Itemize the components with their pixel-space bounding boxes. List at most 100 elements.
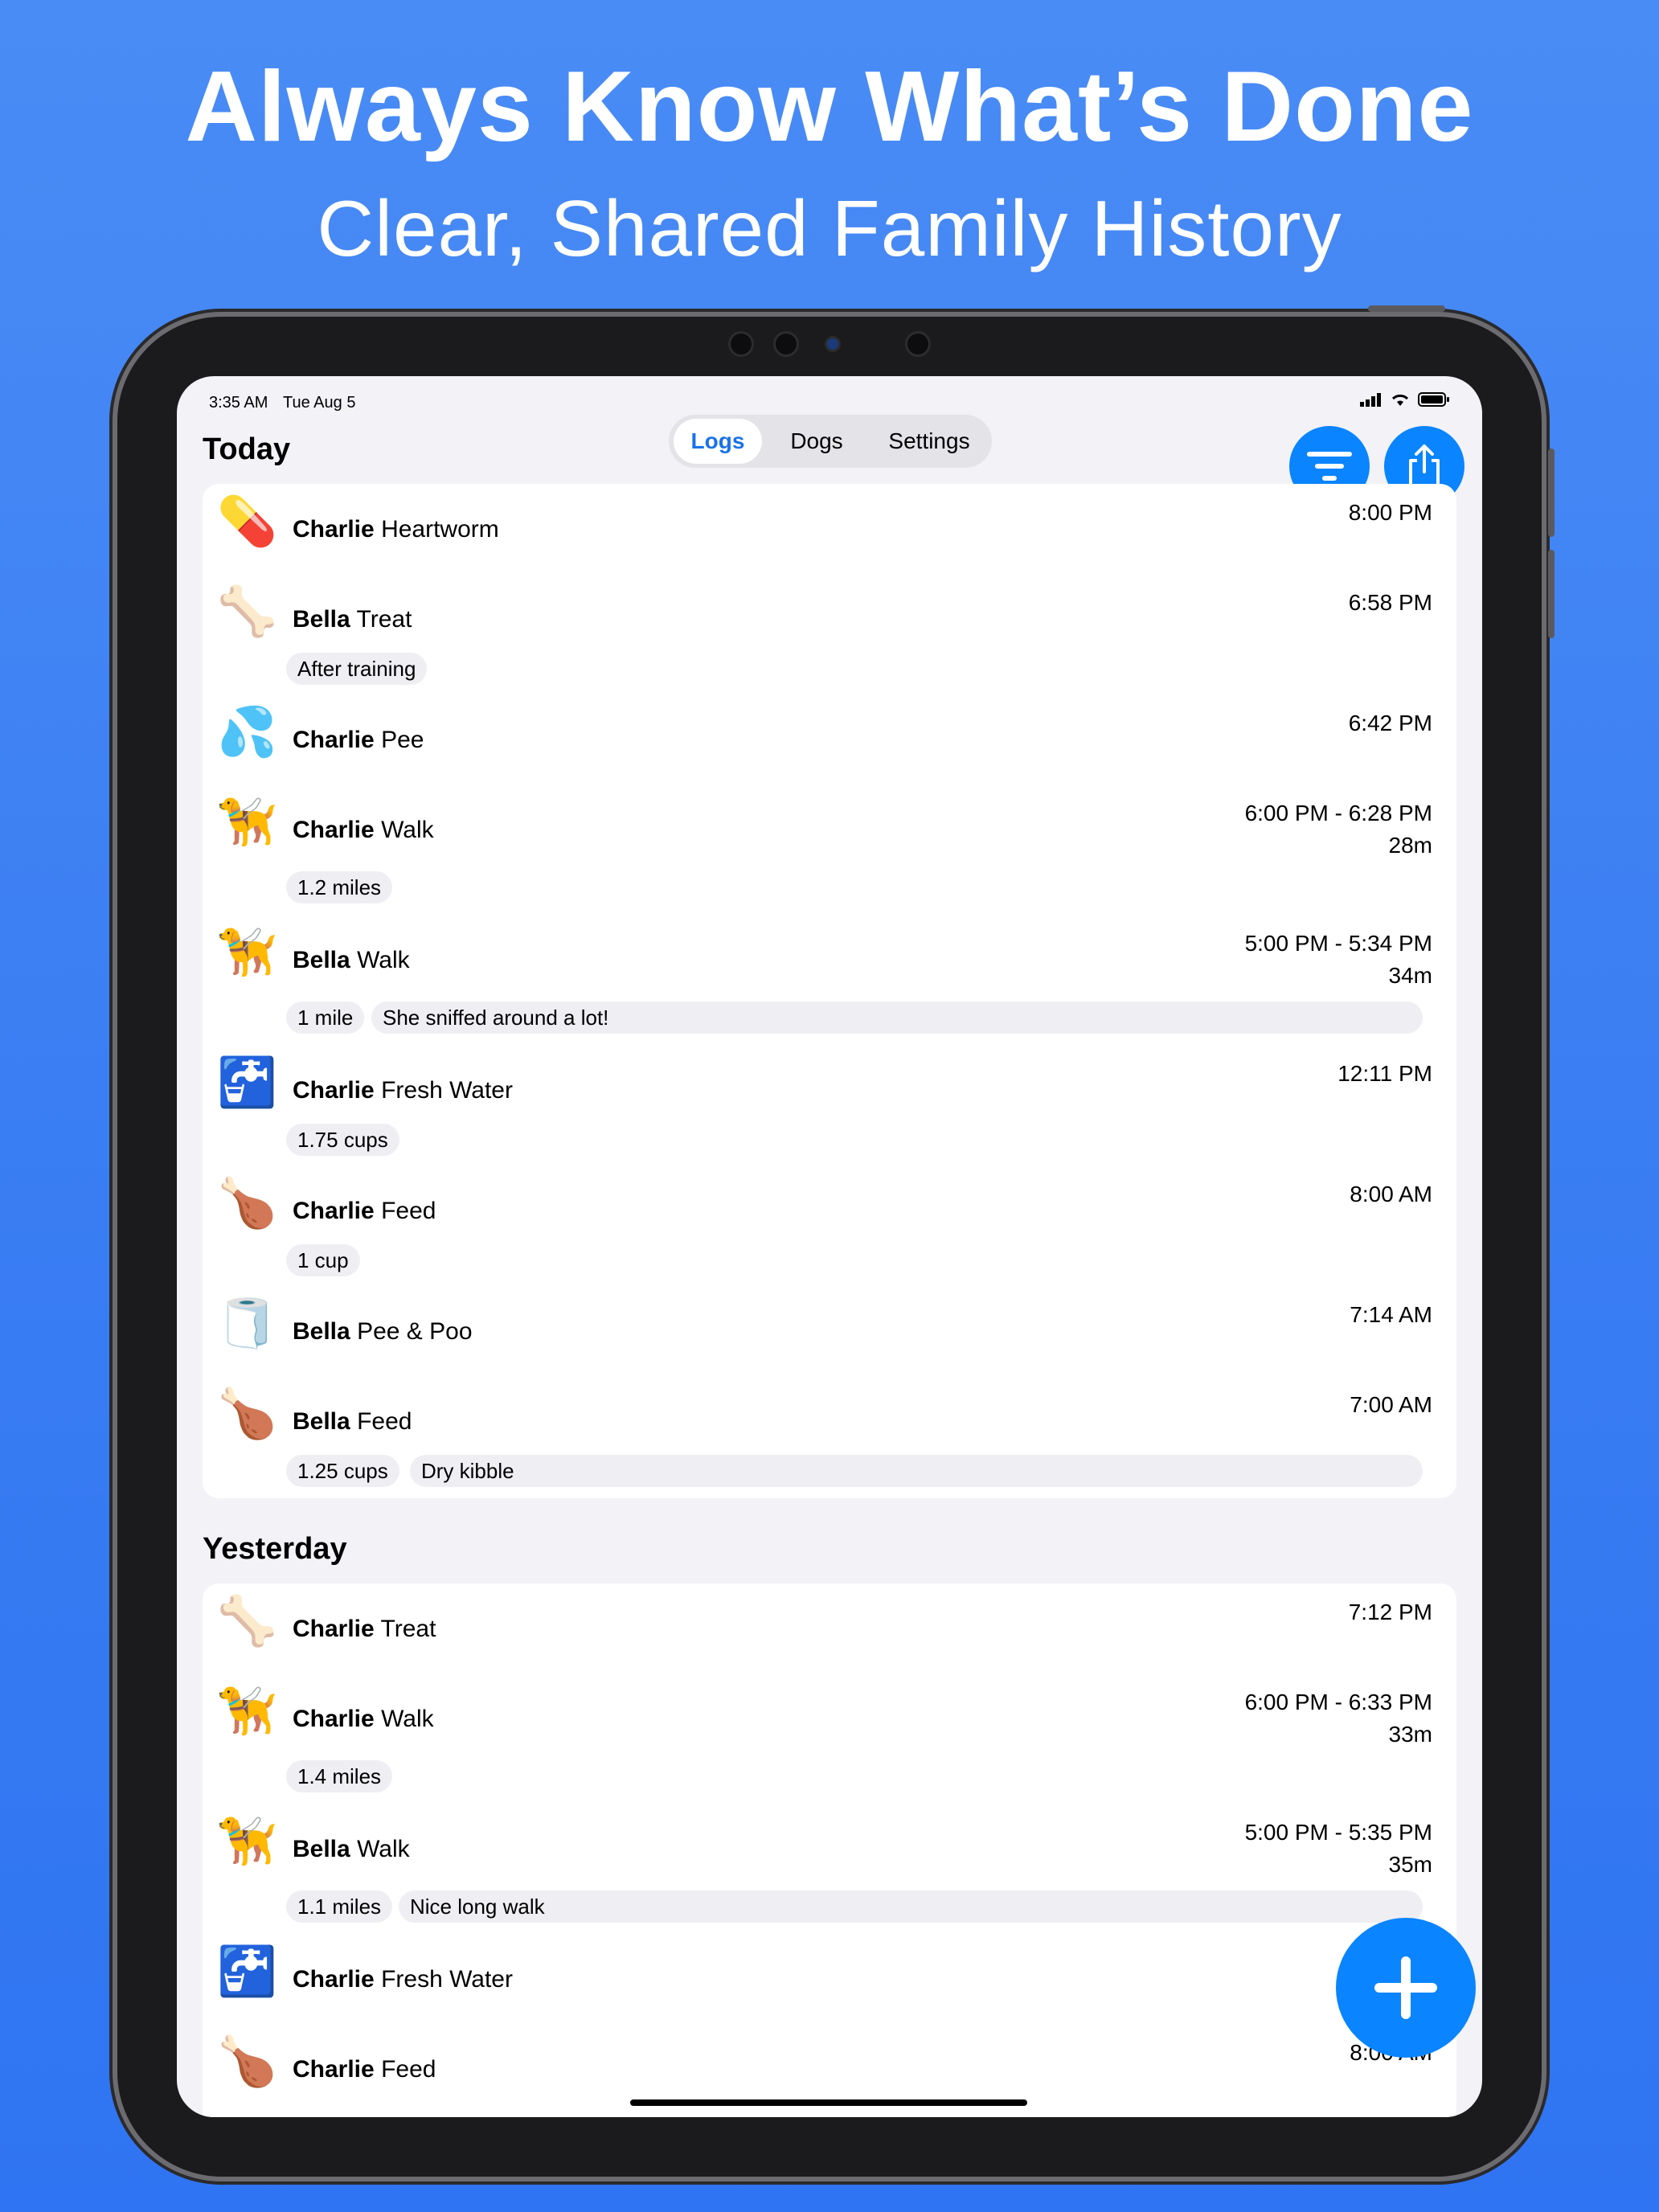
entry-action: Pee & Poo bbox=[357, 1318, 473, 1345]
entry-dog: Bella bbox=[293, 947, 350, 973]
entry-chip: 1.1 miles bbox=[286, 1890, 393, 1923]
entry-dog: Charlie bbox=[293, 727, 375, 753]
guide-dog-icon: 🦮 bbox=[217, 795, 277, 849]
entry-chips: After training bbox=[286, 653, 1432, 685]
entry-time: 7:12 PM bbox=[1348, 1600, 1432, 1624]
entry-action: Feed bbox=[357, 1408, 412, 1435]
log-entry[interactable]: 🦮 Charlie Walk 6:00 PM - 6:28 PM 28m 1.2… bbox=[203, 784, 1456, 915]
wifi-icon bbox=[1391, 394, 1409, 406]
entry-title: Charlie Feed bbox=[293, 1198, 436, 1225]
log-entry[interactable]: 🚰 Charlie Fresh Water 12:11 PM 1.75 cups bbox=[203, 1045, 1456, 1165]
entry-title: Bella Feed bbox=[293, 1408, 412, 1436]
app-screen: 3:35 AM Tue Aug 5 Logs Dogs Settings Tod… bbox=[177, 376, 1482, 2117]
log-list-today: 💊 Charlie Heartworm 8:00 PM 🦴 Bella Trea… bbox=[203, 484, 1456, 1498]
battery-icon bbox=[1418, 392, 1449, 407]
entry-action: Walk bbox=[381, 1706, 434, 1732]
toilet-paper-icon: 🧻 bbox=[217, 1296, 277, 1350]
entry-dog: Charlie bbox=[293, 1616, 375, 1642]
status-time: 3:35 AM bbox=[209, 394, 268, 412]
filter-icon bbox=[1307, 452, 1352, 481]
entry-chip: 1 mile bbox=[286, 1002, 365, 1034]
log-entry[interactable]: 🦴 Bella Treat 6:58 PM After training bbox=[203, 574, 1456, 694]
guide-dog-icon: 🦮 bbox=[217, 925, 277, 979]
entry-title: Bella Treat bbox=[293, 606, 412, 633]
entry-action: Fresh Water bbox=[381, 1966, 513, 1993]
volume-button bbox=[1548, 449, 1555, 537]
entry-chip: 1 cup bbox=[286, 1244, 360, 1276]
log-entry[interactable]: 💦 Charlie Pee 6:42 PM bbox=[203, 694, 1456, 784]
log-entry[interactable]: 🧻 Bella Pee & Poo 7:14 AM bbox=[203, 1286, 1456, 1376]
entry-dog: Bella bbox=[293, 606, 350, 633]
log-entry[interactable]: 🚰 Charlie Fresh Water bbox=[203, 1934, 1456, 2024]
entry-chip: 1.4 miles bbox=[286, 1760, 393, 1792]
entry-time: 7:14 AM bbox=[1350, 1302, 1432, 1327]
entry-time: 12:11 PM bbox=[1337, 1061, 1432, 1086]
sensor-icon bbox=[728, 331, 754, 357]
entry-time: 8:00 PM bbox=[1348, 500, 1432, 525]
tab-logs[interactable]: Logs bbox=[674, 419, 762, 464]
log-entry[interactable]: 🦮 Bella Walk 5:00 PM - 5:35 PM 35m 1.1 m… bbox=[203, 1804, 1456, 1934]
entry-title: Bella Walk bbox=[293, 1836, 410, 1863]
entry-time: 7:00 AM bbox=[1350, 1392, 1432, 1417]
bone-icon: 🦴 bbox=[217, 1594, 277, 1648]
drumstick-icon: 🍗 bbox=[217, 1176, 277, 1230]
plus-icon bbox=[1374, 1956, 1437, 2019]
entry-chip: 1.75 cups bbox=[286, 1124, 399, 1156]
entry-dog: Charlie bbox=[293, 1198, 375, 1224]
ipad-device: 3:35 AM Tue Aug 5 Logs Dogs Settings Tod… bbox=[117, 305, 1555, 2177]
entry-action: Walk bbox=[381, 817, 434, 843]
sensor-icon bbox=[905, 331, 931, 357]
entry-chip: 1.25 cups bbox=[286, 1455, 399, 1487]
tab-settings[interactable]: Settings bbox=[871, 419, 987, 464]
entry-duration: 35m bbox=[1388, 1852, 1432, 1877]
entry-note: Nice long walk bbox=[399, 1890, 1423, 1923]
entry-title: Charlie Walk bbox=[293, 817, 434, 844]
cellular-icon bbox=[1360, 393, 1381, 407]
subheadline: Clear, Shared Family History bbox=[317, 184, 1342, 272]
faucet-icon: 🚰 bbox=[217, 1944, 277, 1998]
entry-dog: Charlie bbox=[293, 1077, 375, 1104]
entry-action: Fresh Water bbox=[381, 1077, 513, 1104]
log-entry[interactable]: 🦮 Bella Walk 5:00 PM - 5:34 PM 34m 1 mil… bbox=[203, 915, 1456, 1043]
entry-title: Charlie Feed bbox=[293, 2056, 436, 2083]
faucet-icon: 🚰 bbox=[217, 1055, 277, 1109]
entry-action: Feed bbox=[381, 2056, 436, 2083]
entry-dog: Bella bbox=[293, 1836, 350, 1862]
entry-chip: After training bbox=[286, 653, 428, 685]
entry-dog: Charlie bbox=[293, 516, 375, 543]
log-entry[interactable]: 💊 Charlie Heartworm 8:00 PM bbox=[203, 484, 1456, 572]
entry-time: 6:58 PM bbox=[1348, 590, 1432, 615]
entry-chips: 1.25 cups Dry kibble bbox=[286, 1455, 1432, 1487]
droplets-icon: 💦 bbox=[217, 705, 277, 759]
entry-note: Dry kibble bbox=[410, 1455, 1423, 1487]
entry-title: Charlie Fresh Water bbox=[293, 1077, 513, 1104]
log-entry[interactable]: 🦮 Charlie Walk 6:00 PM - 6:33 PM 33m 1.4… bbox=[203, 1673, 1456, 1804]
drumstick-icon: 🍗 bbox=[217, 2034, 277, 2088]
guide-dog-icon: 🦮 bbox=[217, 1814, 277, 1868]
pill-icon: 💊 bbox=[217, 494, 277, 548]
entry-chip: 1.2 miles bbox=[286, 871, 393, 903]
tab-dogs[interactable]: Dogs bbox=[773, 419, 860, 464]
entry-title: Charlie Pee bbox=[293, 727, 424, 754]
entry-title: Bella Pee & Poo bbox=[293, 1318, 473, 1346]
volume-button bbox=[1548, 550, 1555, 638]
log-entry[interactable]: 🍗 Charlie Feed 8:00 AM 1 cup bbox=[203, 1165, 1456, 1286]
entry-action: Feed bbox=[381, 1198, 436, 1224]
entry-chips: 1.1 miles Nice long walk bbox=[286, 1890, 1432, 1923]
power-button bbox=[1368, 305, 1445, 312]
entry-action: Treat bbox=[356, 606, 412, 633]
entry-time: 5:00 PM - 5:35 PM bbox=[1244, 1820, 1432, 1845]
log-entry[interactable]: 🦴 Charlie Treat 7:12 PM bbox=[203, 1583, 1456, 1673]
bone-icon: 🦴 bbox=[217, 584, 277, 638]
entry-action: Walk bbox=[357, 947, 410, 973]
entry-title: Bella Walk bbox=[293, 947, 410, 974]
entry-chips: 1 cup bbox=[286, 1244, 1432, 1276]
headline: Always Know What’s Done bbox=[185, 51, 1474, 162]
section-title-today: Today bbox=[203, 432, 291, 466]
entry-duration: 33m bbox=[1388, 1722, 1432, 1747]
entry-dog: Bella bbox=[293, 1318, 350, 1345]
add-log-button[interactable] bbox=[1336, 1918, 1476, 2058]
home-indicator bbox=[630, 2099, 1027, 2106]
log-entry[interactable]: 🍗 Bella Feed 7:00 AM 1.25 cups Dry kibbl… bbox=[203, 1376, 1456, 1497]
entry-time: 8:00 AM bbox=[1350, 1182, 1432, 1206]
